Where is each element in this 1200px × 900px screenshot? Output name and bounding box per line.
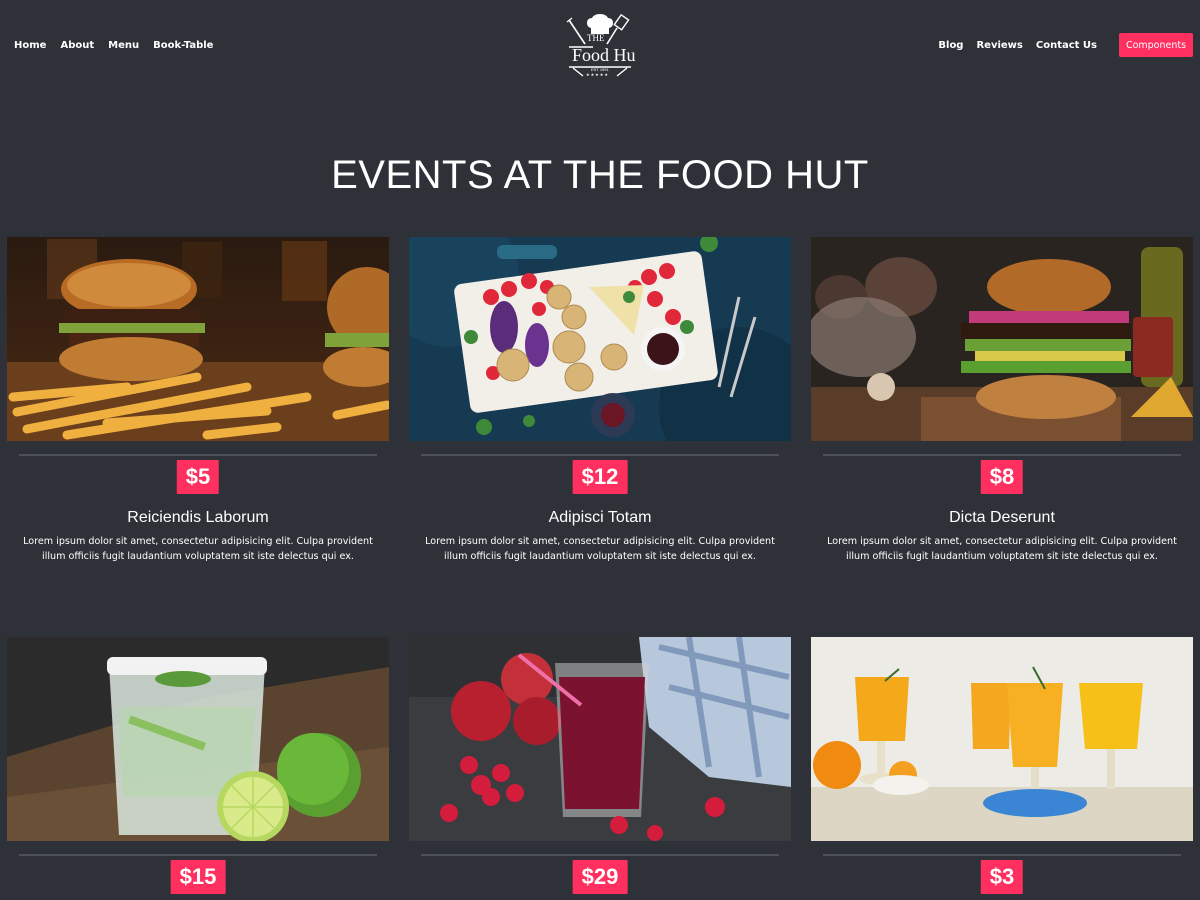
card-title: Adipisci Totam bbox=[548, 509, 652, 526]
event-card: $12 Adipisci Totam Lorem ipsum dolor sit… bbox=[409, 237, 791, 567]
navbar: Home About Menu Book-Table THE Food Hu E… bbox=[0, 0, 1200, 92]
card-divider bbox=[19, 454, 377, 456]
price-badge: $3 bbox=[980, 860, 1024, 894]
logo-text-name: Food Hu bbox=[572, 45, 636, 65]
event-card: $5 Reiciendis Laborum Lorem ipsum dolor … bbox=[7, 237, 389, 567]
nav-link-reviews[interactable]: Reviews bbox=[976, 40, 1022, 52]
price-badge: $29 bbox=[572, 860, 628, 894]
nav-link-home[interactable]: Home bbox=[14, 40, 46, 52]
berry-smoothie-photo bbox=[409, 637, 791, 841]
nav-link-menu[interactable]: Menu bbox=[108, 40, 139, 52]
snack-platter-photo bbox=[409, 237, 791, 441]
event-card: $29 bbox=[409, 637, 791, 900]
nav-link-about[interactable]: About bbox=[60, 40, 94, 52]
card-divider bbox=[421, 854, 779, 856]
logo-stars: ★★★★★ bbox=[586, 72, 609, 77]
price-badge: $15 bbox=[170, 860, 226, 894]
burger-and-fries-photo bbox=[7, 237, 389, 441]
nav-right: Blog Reviews Contact Us bbox=[938, 40, 1097, 52]
event-card: $3 bbox=[811, 637, 1193, 900]
card-divider bbox=[421, 454, 779, 456]
price-badge: $5 bbox=[176, 460, 220, 494]
event-card: $15 bbox=[7, 637, 389, 900]
card-divider bbox=[823, 854, 1181, 856]
card-title: Reiciendis Laborum bbox=[127, 509, 269, 526]
nav-link-blog[interactable]: Blog bbox=[938, 40, 963, 52]
card-divider bbox=[823, 454, 1181, 456]
card-divider bbox=[19, 854, 377, 856]
gourmet-burger-photo bbox=[811, 237, 1193, 441]
card-title: Dicta Deserunt bbox=[949, 509, 1055, 526]
event-card: $8 Dicta Deserunt Lorem ipsum dolor sit … bbox=[811, 237, 1193, 567]
nav-link-contact-us[interactable]: Contact Us bbox=[1036, 40, 1097, 52]
card-description: Lorem ipsum dolor sit amet, consectetur … bbox=[827, 536, 1177, 562]
logo-text-the: THE bbox=[587, 33, 605, 43]
components-button[interactable]: Components bbox=[1119, 33, 1193, 57]
orange-drinks-photo bbox=[811, 637, 1193, 841]
nav-link-book-table[interactable]: Book-Table bbox=[153, 40, 213, 52]
price-badge: $8 bbox=[980, 460, 1024, 494]
card-description: Lorem ipsum dolor sit amet, consectetur … bbox=[23, 536, 373, 562]
nav-left: Home About Menu Book-Table bbox=[14, 40, 213, 52]
price-badge: $12 bbox=[572, 460, 628, 494]
lime-cocktail-photo bbox=[7, 637, 389, 841]
card-description: Lorem ipsum dolor sit amet, consectetur … bbox=[425, 536, 775, 562]
page-title: EVENTS AT THE FOOD HUT bbox=[331, 153, 869, 197]
